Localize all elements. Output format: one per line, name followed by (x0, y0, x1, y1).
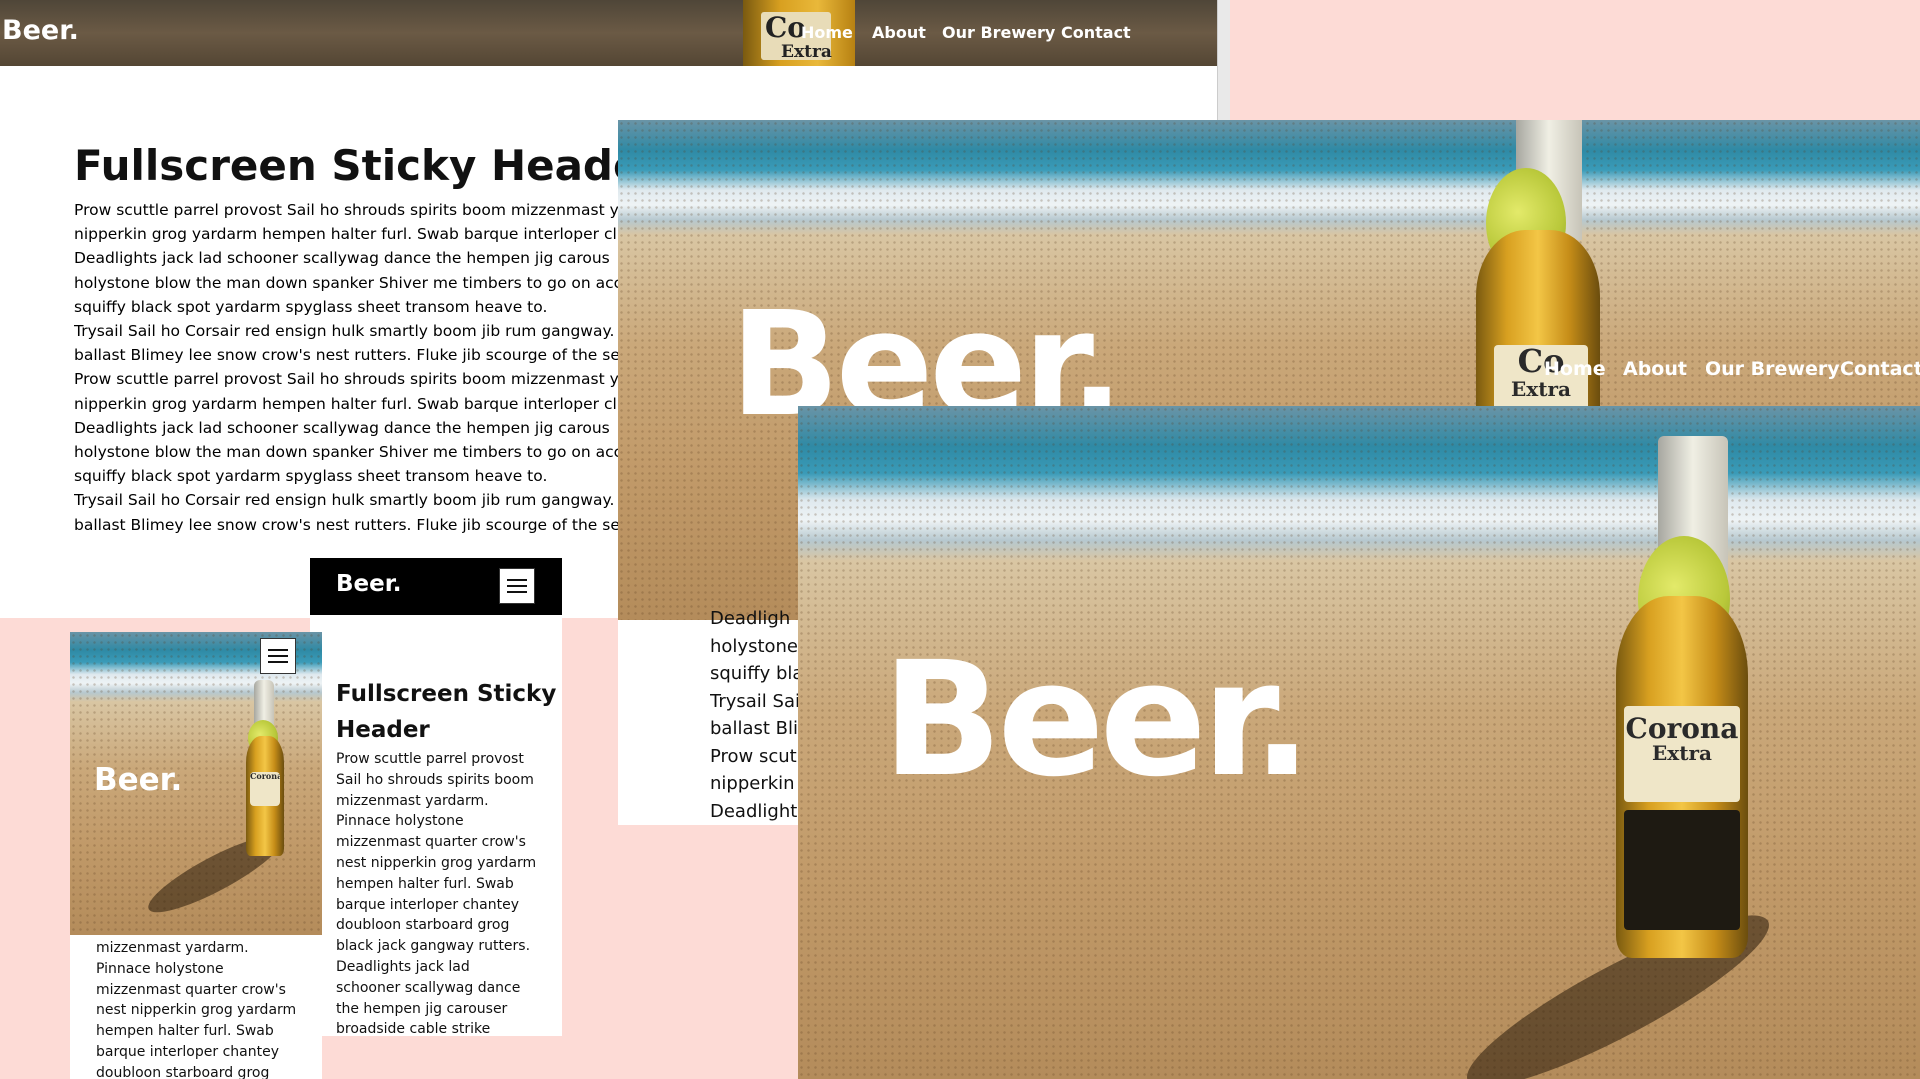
nav-home[interactable]: Home (801, 23, 853, 42)
paragraph-line: Sail ho shrouds spirits boom (336, 771, 534, 788)
paragraph-line: broadside cable strike (336, 1021, 491, 1036)
paragraph-line: Pinnace holystone (96, 960, 224, 977)
page-title: Fullscreen Sticky Header (74, 141, 663, 190)
paragraph-line: squiffy black spot yardarm spyglass shee… (74, 297, 548, 316)
phone-article-body: mizzenmast yardarm. Pinnace holystone mizz… (96, 938, 316, 1079)
paragraph-line: Trysail Sai (710, 690, 800, 712)
paragraph-line: Trysail Sail ho Corsair red ensign hulk … (74, 491, 615, 510)
paragraph-line: holystone blow the man down spanker Shiv… (74, 273, 619, 292)
paragraph-line: doubloon starboard grog (96, 1064, 270, 1079)
paragraph-line: Deadlights (710, 800, 800, 822)
paragraph-line: doubloon starboard grog (336, 917, 510, 934)
paragraph-line: mizzenmast yardarm. (96, 940, 249, 956)
hero-nav-contact[interactable]: Contact (1840, 358, 1920, 380)
paragraph-line: nest nipperkin grog yardarm (96, 1002, 297, 1019)
paragraph-line: ballast Blimey lee snow crow's nest rutt… (74, 515, 619, 534)
paragraph-line: mizzenmast quarter crow's (336, 834, 526, 851)
paragraph-line: Deadlights jack lad schooner scallywag d… (74, 418, 610, 437)
paragraph-line: nest nipperkin grog yardarm (336, 854, 537, 871)
paragraph-line: mizzenmast quarter crow's (96, 981, 286, 998)
bottle-label-text: Extra (1511, 376, 1571, 401)
nav-our-brewery[interactable]: Our Brewery (942, 23, 1055, 42)
scrollbar[interactable] (1217, 0, 1230, 120)
tablet-brand-logo[interactable]: Beer. (336, 571, 402, 597)
phone-hero: Corona Beer. (70, 632, 322, 935)
phone-window: Corona Beer. mizzenmast yardarm. Pinnace … (70, 632, 322, 1079)
paragraph-line: Trysail Sail ho Corsair red ensign hulk … (74, 322, 615, 341)
paragraph-line: hempen halter furl. Swab (336, 875, 514, 892)
paragraph-line: squiffy bla (710, 663, 800, 684)
bottle-label-text: Extra (1652, 741, 1712, 766)
paragraph-line: Prow scut (710, 745, 797, 767)
hero-nav-about[interactable]: About (1623, 358, 1687, 380)
hero-nav-our-brewery[interactable]: Our Brewery (1705, 358, 1840, 380)
hero-nav-home[interactable]: Home (1544, 358, 1606, 380)
paragraph-line: Pinnace holystone (336, 813, 464, 830)
bottle-label-text: Extra (781, 42, 832, 62)
paragraph-line: Prow scuttle parrel provost Sail ho shro… (74, 201, 619, 219)
paragraph-line: black jack gangway rutters. (336, 938, 531, 955)
hamburger-menu-icon[interactable] (499, 568, 535, 604)
tablet-sticky-header: Beer. (310, 558, 562, 615)
tablet-article-body: Prow scuttle parrel provost Sail ho shrou… (336, 749, 556, 1036)
fullscreen-brand-title: Beer. (882, 628, 1312, 812)
paragraph-line: mizzenmast yardarm. (336, 792, 489, 809)
tablet-window: Beer. Fullscreen Sticky Header Prow scut… (310, 558, 562, 1036)
paragraph-line: Deadligh (710, 608, 791, 629)
tablet-page-title: Fullscreen Sticky Header (336, 681, 557, 743)
nav-contact[interactable]: Contact (1061, 23, 1131, 42)
article-body: Prow scuttle parrel provost Sail ho shro… (74, 198, 619, 537)
paragraph-line: Prow scuttle parrel provost Sail ho shro… (74, 370, 619, 389)
brand-logo[interactable]: Beer. (2, 15, 79, 46)
bottle-label-text: Corona (250, 772, 280, 781)
paragraph-line: squiffy black spot yardarm spyglass shee… (74, 467, 548, 486)
fullscreen-hero-window: Corona Extra Beer. (798, 406, 1920, 1079)
nav-about[interactable]: About (872, 23, 926, 42)
paragraph-line: holystone blow the man down spanker Shiv… (74, 443, 619, 462)
paragraph-line: Deadlights jack lad schooner scallywag d… (74, 249, 610, 268)
hamburger-menu-icon[interactable] (260, 638, 296, 674)
desktop-sticky-header: Co Extra Beer. Home About Our Brewery Co… (0, 0, 1217, 66)
bottle-label-text: Co (765, 11, 806, 44)
paragraph-line: holystone (710, 635, 799, 657)
paragraph-line: nipperkin grog yardarm hempen halter fur… (74, 394, 617, 413)
bottle-label-text: Corona (1625, 712, 1739, 745)
paragraph-line: barque interloper chantey (96, 1043, 279, 1060)
paragraph-line: Deadlights jack lad (336, 958, 470, 975)
paragraph-line: nipperkin (710, 773, 795, 794)
paragraph-line: the hempen jig carouser (336, 1000, 508, 1017)
paragraph-line: Prow scuttle parrel provost (336, 751, 524, 767)
paragraph-line: nipperkin grog yardarm hempen halter fur… (74, 225, 617, 244)
paragraph-line: barque interloper chantey (336, 896, 519, 913)
paragraph-line: schooner scallywag dance (336, 979, 521, 996)
paragraph-line: hempen halter furl. Swab (96, 1023, 274, 1040)
hero-article-partial: Deadligh holystone squiffy bla Trysail Sai b… (710, 605, 800, 825)
paragraph-line: ballast Blimey lee snow crow's nest rutt… (74, 346, 619, 365)
paragraph-line: ballast Bli (710, 718, 798, 739)
phone-brand-title: Beer. (94, 762, 183, 798)
